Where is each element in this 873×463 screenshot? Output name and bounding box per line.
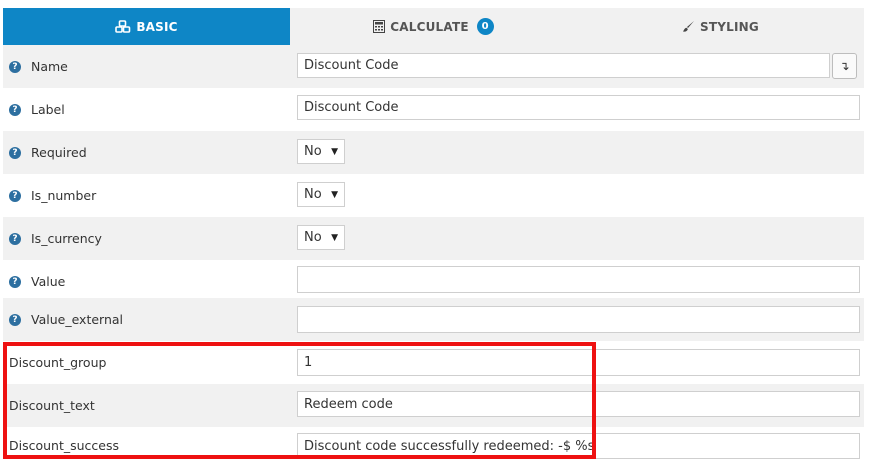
field-row-label: ? Label Discount Code [3,88,864,131]
discount-text-input[interactable]: Redeem code [297,391,860,417]
field-settings-panel: BASIC CALCULATE 0 STYLING ? Name Discoun… [0,0,873,463]
field-row-discount-success: Discount_success Discount code successfu… [3,427,864,463]
is-currency-label: Is_currency [31,231,102,246]
help-icon[interactable]: ? [9,313,21,326]
discount-success-input[interactable]: Discount code successfully redeemed: -$ … [297,433,860,459]
help-icon[interactable]: ? [9,189,21,202]
brush-icon [682,20,695,33]
help-icon[interactable]: ? [9,232,21,245]
help-icon[interactable]: ? [9,103,21,116]
name-input[interactable]: Discount Code [297,53,830,78]
help-icon[interactable]: ? [9,275,21,288]
calculate-count-badge: 0 [476,18,494,35]
tab-calculate-label: CALCULATE [390,19,469,34]
field-row-is-currency: ? Is_currency No ▼ [3,217,864,260]
field-row-discount-group: Discount_group 1 [3,341,864,384]
field-row-value-external: ? Value_external [3,298,864,341]
label-label: Label [31,102,65,117]
help-icon[interactable]: ? [9,146,21,159]
tab-bar: BASIC CALCULATE 0 STYLING [3,8,864,46]
cubes-icon [115,20,131,33]
tab-basic[interactable]: BASIC [3,8,290,45]
is-currency-value: No [304,230,322,245]
required-value: No [304,144,322,159]
field-row-value: ? Value [3,260,864,303]
value-external-input[interactable] [297,306,860,333]
value-label: Value [31,274,66,289]
discount-group-input[interactable]: 1 [297,349,860,376]
field-row-required: ? Required No ▼ [3,131,864,174]
arrow-down-return-icon: ↴ [839,59,850,73]
discount-success-label: Discount_success [9,437,120,453]
name-label: Name [31,59,68,74]
caret-down-icon: ▼ [331,232,338,243]
field-row-discount-text: Discount_text Redeem code [3,384,864,427]
is-number-label: Is_number [31,188,97,203]
tab-styling-label: STYLING [700,19,759,34]
value-input[interactable] [297,266,860,293]
calculator-icon [373,20,386,33]
label-input[interactable]: Discount Code [297,95,860,120]
required-select[interactable]: No ▼ [297,139,345,164]
value-external-label: Value_external [31,312,124,327]
tab-styling[interactable]: STYLING [577,8,864,45]
tab-calculate[interactable]: CALCULATE 0 [290,8,577,45]
caret-down-icon: ▼ [331,146,338,157]
tab-basic-label: BASIC [136,19,178,34]
help-icon[interactable]: ? [9,60,21,73]
field-row-name: ? Name Discount Code ↴ [3,45,864,88]
field-row-is-number: ? Is_number No ▼ [3,174,864,217]
caret-down-icon: ▼ [331,189,338,200]
discount-group-label: Discount_group [9,355,107,370]
discount-text-label: Discount_text [9,398,95,413]
required-label: Required [31,145,87,160]
is-number-select[interactable]: No ▼ [297,182,345,207]
is-currency-select[interactable]: No ▼ [297,225,345,250]
insert-field-button[interactable]: ↴ [832,53,857,79]
is-number-value: No [304,187,322,202]
